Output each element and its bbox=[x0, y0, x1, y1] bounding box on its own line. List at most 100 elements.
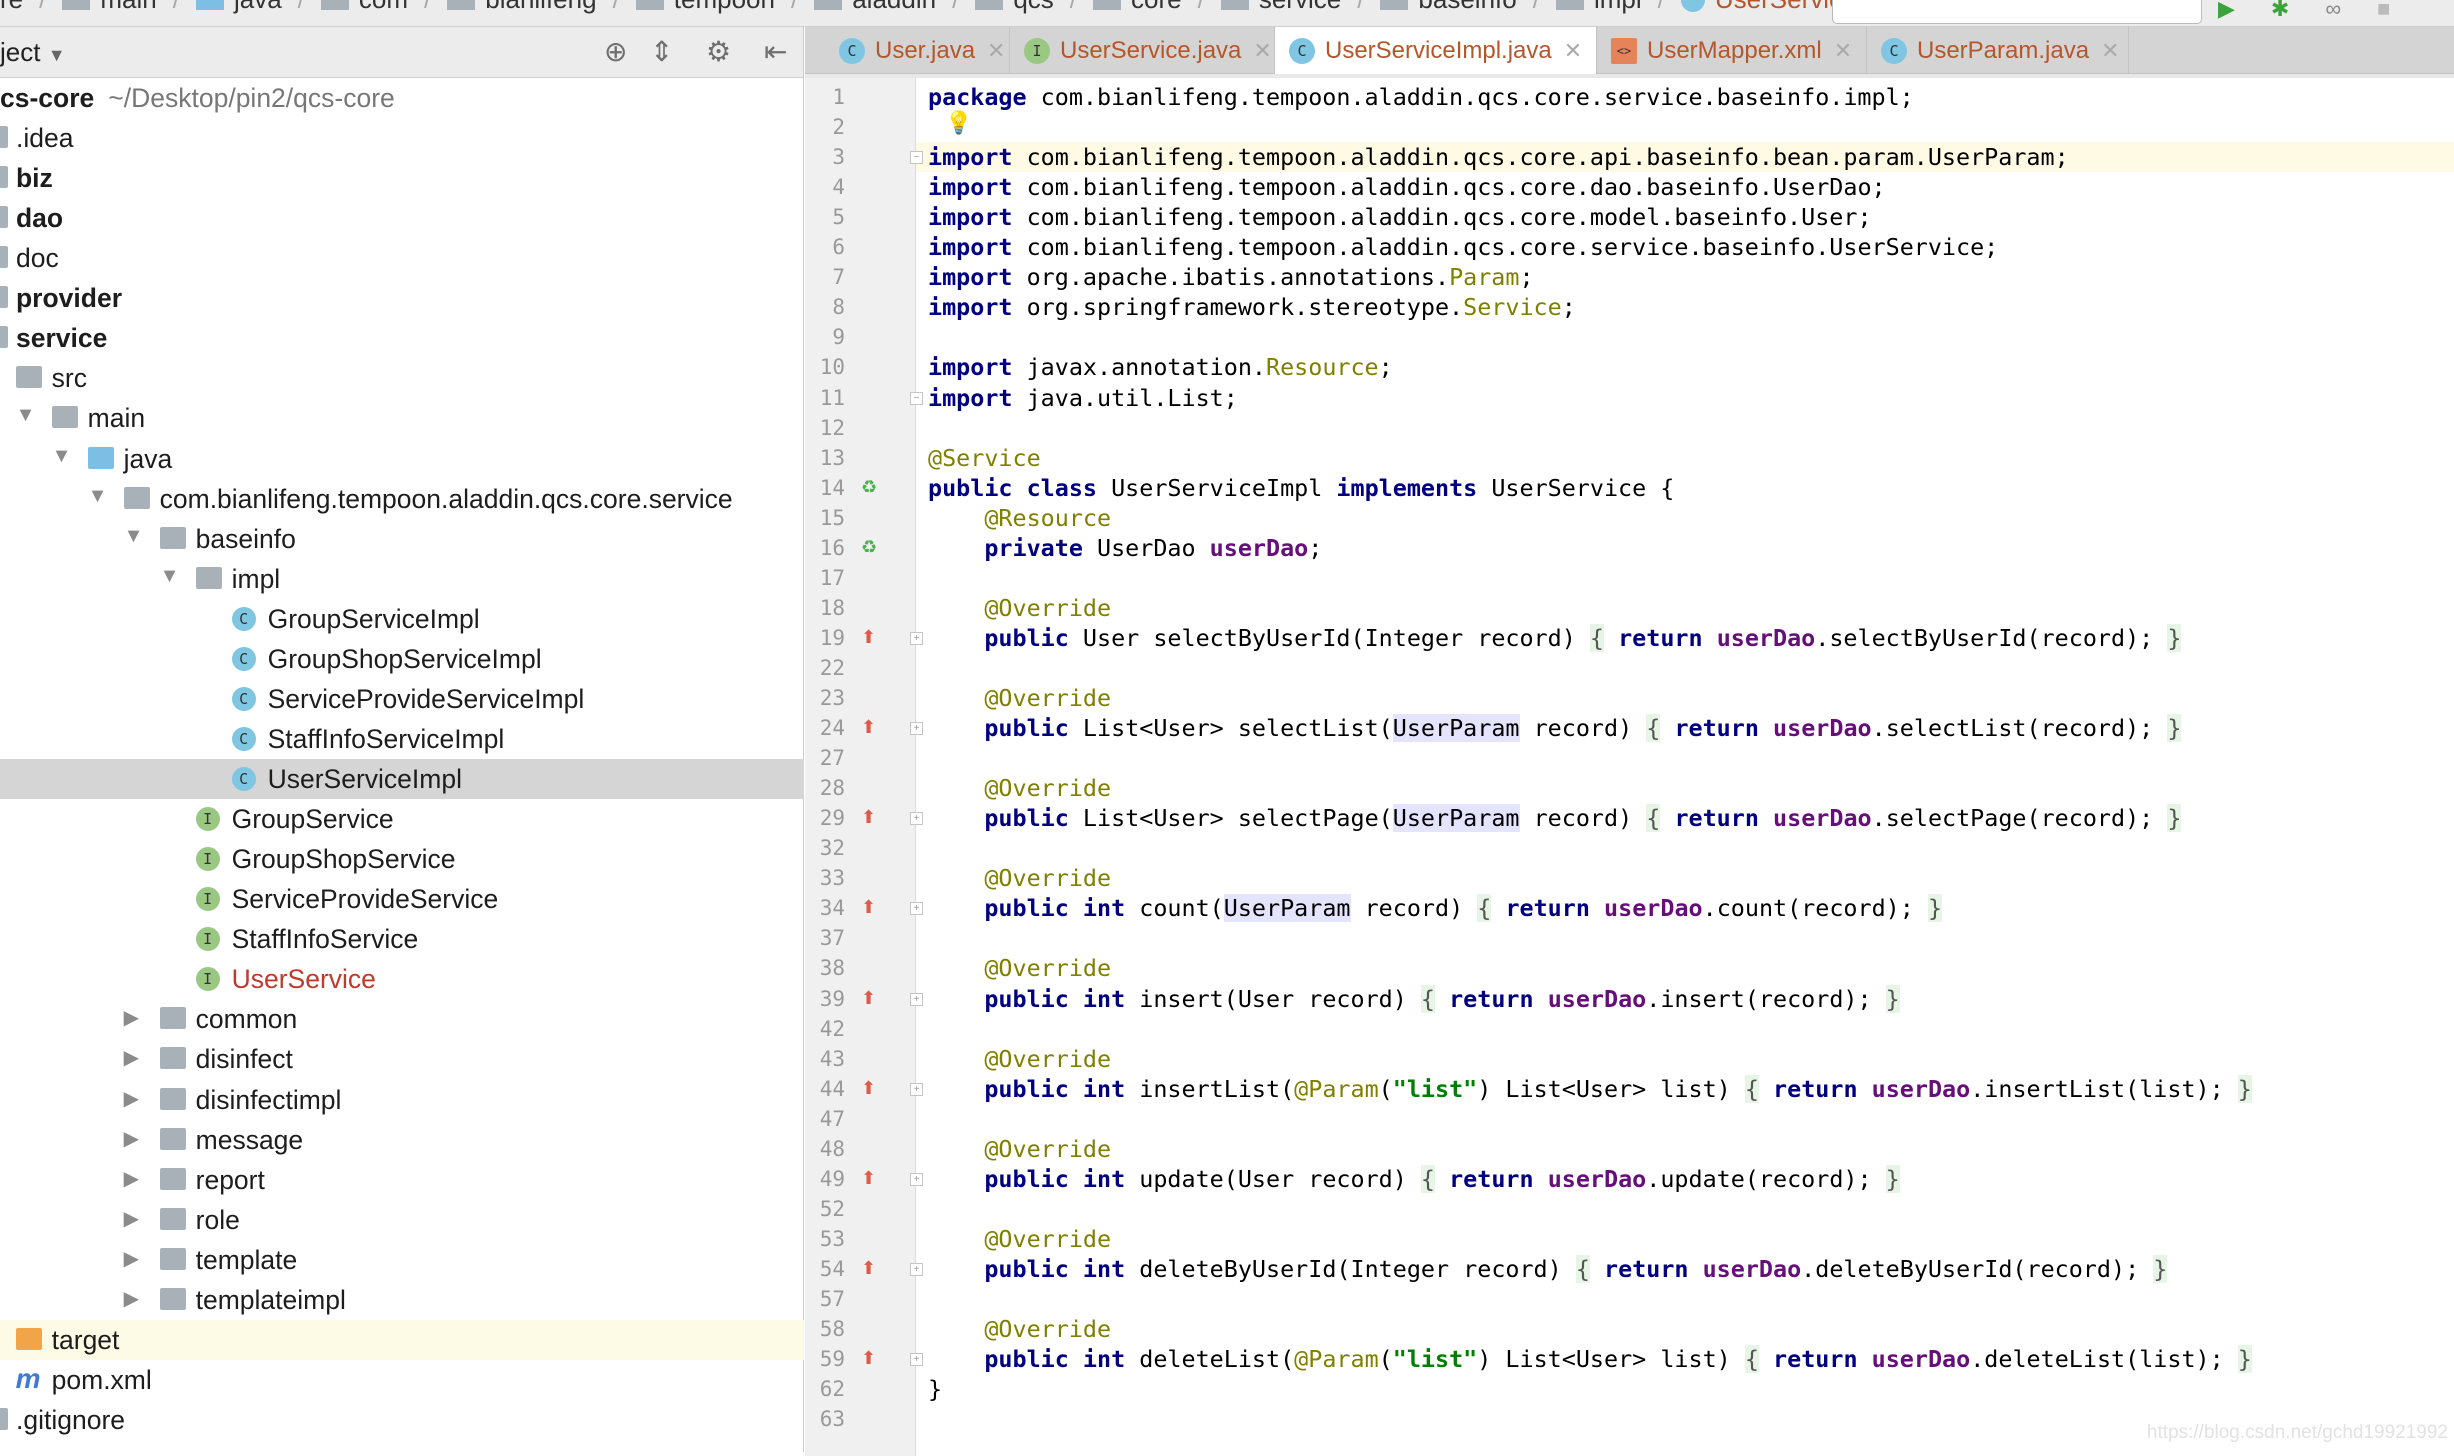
close-icon[interactable]: ✕ bbox=[1834, 38, 1852, 64]
tree-item[interactable]: ▶ common bbox=[0, 999, 804, 1039]
implements-method-icon[interactable]: ⬆ bbox=[861, 807, 881, 827]
tree-item[interactable]: ▼ baseinfo bbox=[0, 519, 804, 559]
tree-item[interactable]: doc bbox=[0, 238, 804, 278]
fold-marker[interactable]: + bbox=[910, 1082, 923, 1096]
tree-item[interactable]: C GroupShopServiceImpl bbox=[0, 639, 804, 679]
expand-closed-icon[interactable]: ▶ bbox=[124, 1126, 139, 1151]
tree-item[interactable]: m pom.xml bbox=[0, 1360, 804, 1400]
expand-open-icon[interactable]: ▼ bbox=[52, 445, 72, 468]
coverage-icon[interactable]: ∞ bbox=[2325, 0, 2341, 22]
tree-item[interactable]: ▶ disinfectimpl bbox=[0, 1080, 804, 1120]
tree-item[interactable]: .idea bbox=[0, 118, 804, 158]
implements-method-icon[interactable]: ⬆ bbox=[861, 1168, 881, 1188]
hide-panel-icon[interactable]: ⇤ bbox=[764, 35, 787, 68]
expand-closed-icon[interactable]: ▶ bbox=[124, 1246, 139, 1271]
tree-item[interactable]: ▼ com.bianlifeng.tempoon.aladdin.qcs.core… bbox=[0, 479, 804, 519]
tree-item[interactable]: .gitignore bbox=[0, 1400, 804, 1440]
tab-user-java[interactable]: C User.java ✕ bbox=[825, 27, 1010, 74]
tree-item[interactable]: ▶ report bbox=[0, 1160, 804, 1200]
fold-marker[interactable]: + bbox=[910, 1262, 923, 1276]
expand-open-icon[interactable]: ▼ bbox=[124, 525, 144, 548]
expand-closed-icon[interactable]: ▶ bbox=[124, 1286, 139, 1311]
tree-item[interactable]: C GroupServiceImpl bbox=[0, 599, 804, 639]
tree-item[interactable]: dao bbox=[0, 198, 804, 238]
breadcrumb-item[interactable]: core bbox=[1093, 0, 1182, 15]
tree-item[interactable]: ▶ templateimpl bbox=[0, 1280, 804, 1320]
expand-closed-icon[interactable]: ▶ bbox=[124, 1045, 139, 1070]
run-icon[interactable]: ▶ bbox=[2218, 0, 2235, 22]
tab-userserviceimpl-java[interactable]: C UserServiceImpl.java ✕ bbox=[1275, 27, 1597, 75]
breadcrumb-item[interactable]: com bbox=[320, 0, 408, 15]
implements-method-icon[interactable]: ⬆ bbox=[861, 627, 881, 647]
project-view-selector[interactable]: ject ▼ bbox=[0, 37, 66, 68]
implements-method-icon[interactable]: ⬆ bbox=[861, 897, 881, 917]
tree-item[interactable]: I StaffInfoService bbox=[0, 919, 804, 959]
tree-item[interactable]: target bbox=[0, 1319, 804, 1360]
stop-icon[interactable]: ■ bbox=[2377, 0, 2390, 22]
tree-item[interactable]: ▼ java bbox=[0, 439, 804, 479]
tree-item[interactable]: ▶ disinfect bbox=[0, 1039, 804, 1079]
breadcrumb-item[interactable]: baseinfo bbox=[1380, 0, 1517, 15]
close-icon[interactable]: ✕ bbox=[1253, 38, 1271, 64]
tree-item[interactable]: ▶ template bbox=[0, 1240, 804, 1280]
fold-marker[interactable]: − bbox=[910, 391, 923, 405]
expand-closed-icon[interactable]: ▶ bbox=[124, 1206, 139, 1231]
implements-method-icon[interactable]: ⬆ bbox=[861, 1258, 881, 1278]
breadcrumb-item[interactable]: service bbox=[1220, 0, 1341, 15]
fold-marker[interactable]: + bbox=[910, 1172, 923, 1186]
expand-closed-icon[interactable]: ▶ bbox=[124, 1005, 139, 1030]
tree-item[interactable]: ▼ impl bbox=[0, 559, 804, 599]
implements-method-icon[interactable]: ⬆ bbox=[861, 1078, 881, 1098]
run-configuration-select[interactable] bbox=[1832, 0, 2202, 24]
tree-item[interactable]: ▶ message bbox=[0, 1120, 804, 1160]
debug-icon[interactable]: ✱ bbox=[2271, 0, 2289, 22]
code-editor[interactable]: 1 2 3 4 5 6 7 8 9 10 11 12 13 14 ♻ 15 16 ♻ 17 18 19 ⬆ 22 23 24 ⬆ 2… bbox=[805, 74, 2454, 1456]
implements-method-icon[interactable]: ⬆ bbox=[861, 1348, 881, 1368]
tree-item[interactable]: I UserService bbox=[0, 959, 804, 999]
tab-userparam-java[interactable]: C UserParam.java ✕ bbox=[1867, 27, 2129, 74]
tree-item[interactable]: C UserServiceImpl bbox=[0, 759, 804, 800]
locate-icon[interactable]: ⊕ bbox=[604, 35, 627, 68]
tree-item[interactable]: I GroupService bbox=[0, 799, 804, 839]
breadcrumb-item[interactable]: main bbox=[62, 0, 157, 15]
fold-marker[interactable]: + bbox=[910, 902, 923, 916]
tree-item[interactable]: src bbox=[0, 358, 804, 398]
expand-open-icon[interactable]: ▼ bbox=[88, 485, 108, 508]
close-icon[interactable]: ✕ bbox=[987, 38, 1005, 64]
fold-marker[interactable]: + bbox=[910, 722, 923, 736]
tree-item[interactable]: ▼ main bbox=[0, 398, 804, 438]
expand-closed-icon[interactable]: ▶ bbox=[124, 1166, 139, 1191]
breadcrumb-item[interactable]: re bbox=[0, 0, 23, 15]
tree-item[interactable]: I ServiceProvideService bbox=[0, 879, 804, 919]
tab-userservice-java[interactable]: I UserService.java ✕ bbox=[1010, 27, 1275, 74]
tree-item[interactable]: cs-core ~/Desktop/pin2/qcs-core bbox=[0, 78, 804, 118]
gear-icon[interactable]: ⚙ bbox=[706, 35, 731, 68]
tree-item[interactable]: service bbox=[0, 318, 804, 358]
tree-item[interactable]: C ServiceProvideServiceImpl bbox=[0, 679, 804, 719]
close-icon[interactable]: ✕ bbox=[1564, 38, 1582, 64]
collapse-all-icon[interactable]: ⇕ bbox=[650, 35, 673, 68]
spring-bean-icon[interactable]: ♻ bbox=[861, 477, 881, 497]
tree-item[interactable]: biz bbox=[0, 158, 804, 198]
fold-marker[interactable]: + bbox=[910, 992, 923, 1006]
breadcrumb-item[interactable]: aladdin bbox=[814, 0, 936, 15]
expand-closed-icon[interactable]: ▶ bbox=[124, 1086, 139, 1111]
close-icon[interactable]: ✕ bbox=[2101, 38, 2119, 64]
implements-method-icon[interactable]: ⬆ bbox=[861, 988, 881, 1008]
tab-usermapper-xml[interactable]: <> UserMapper.xml ✕ bbox=[1597, 27, 1867, 74]
breadcrumb-item[interactable]: impl bbox=[1555, 0, 1642, 15]
expand-open-icon[interactable]: ▼ bbox=[160, 565, 180, 588]
implements-method-icon[interactable]: ⬆ bbox=[861, 717, 881, 737]
breadcrumb-item[interactable]: tempoon bbox=[635, 0, 775, 15]
tree-item[interactable]: provider bbox=[0, 278, 804, 318]
spring-bean-icon[interactable]: ♻ bbox=[861, 537, 881, 557]
tree-item[interactable]: ▶ role bbox=[0, 1200, 804, 1240]
tree-item[interactable]: I GroupShopService bbox=[0, 839, 804, 879]
lightbulb-icon[interactable]: 💡 bbox=[945, 110, 972, 136]
breadcrumb-item[interactable]: bianlifeng bbox=[447, 0, 597, 15]
fold-marker[interactable]: − bbox=[910, 151, 923, 165]
breadcrumb-item[interactable]: qcs bbox=[975, 0, 1054, 15]
fold-marker[interactable]: + bbox=[910, 1353, 923, 1367]
fold-marker[interactable]: + bbox=[910, 812, 923, 826]
tree-item[interactable]: C StaffInfoServiceImpl bbox=[0, 719, 804, 759]
